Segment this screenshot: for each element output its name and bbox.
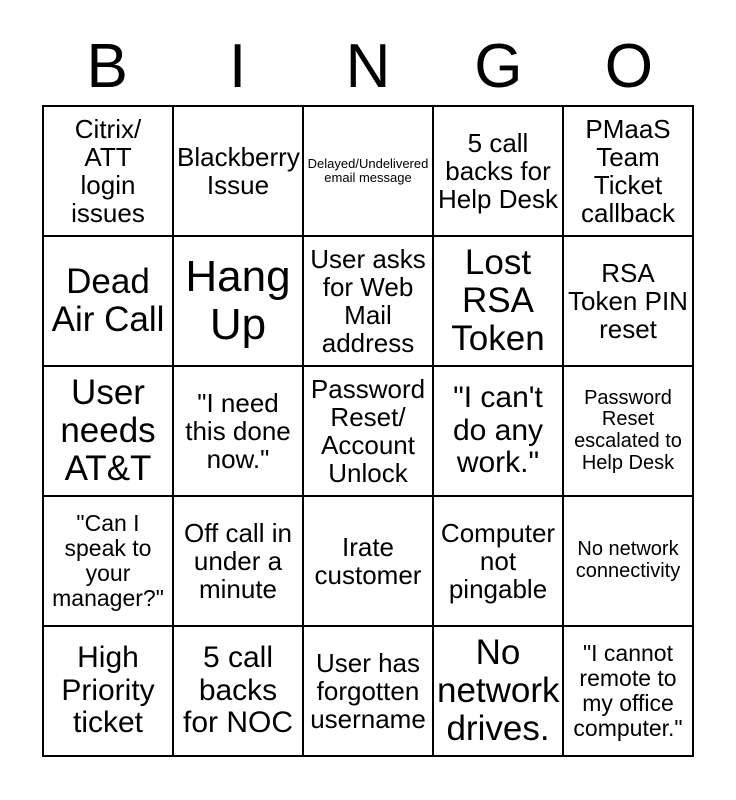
bingo-square-r2c1[interactable]: Dead Air Call bbox=[44, 237, 174, 367]
bingo-square-label: 5 call backs for NOC bbox=[182, 641, 293, 740]
bingo-header-letter-g: G bbox=[474, 31, 523, 101]
bingo-square-r1c4[interactable]: 5 call backs for Help Desk bbox=[434, 107, 564, 237]
bingo-square-r5c2[interactable]: 5 call backs for NOC bbox=[174, 627, 304, 757]
bingo-square-label: "I cannot remote to my office computer." bbox=[573, 640, 683, 741]
bingo-square-label: Computer not pingable bbox=[440, 517, 556, 605]
bingo-square-r2c3[interactable]: User asks for Web Mail address bbox=[304, 237, 434, 367]
bingo-row: User needs AT&T "I need this done now." Pa… bbox=[44, 367, 694, 497]
bingo-square-r1c3[interactable]: Delayed/Undelivered email message bbox=[304, 107, 434, 237]
bingo-square-r3c3[interactable]: Password Reset/ Account Unlock bbox=[304, 367, 434, 497]
bingo-square-label: "I need this done now." bbox=[185, 387, 291, 475]
bingo-square-r4c5[interactable]: No network connectivity bbox=[564, 497, 694, 627]
bingo-square-r5c5[interactable]: "I cannot remote to my office computer." bbox=[564, 627, 694, 757]
bingo-header-letter-o: O bbox=[604, 31, 653, 101]
bingo-square-r3c1[interactable]: User needs AT&T bbox=[44, 367, 174, 497]
bingo-header-letter-b: B bbox=[86, 31, 128, 101]
bingo-square-label: Delayed/Undelivered email message bbox=[307, 155, 429, 185]
bingo-square-r3c2[interactable]: "I need this done now." bbox=[174, 367, 304, 497]
bingo-square-label: Lost RSA Token bbox=[451, 243, 545, 358]
bingo-square-label: Citrix/ ATT login issues bbox=[71, 113, 145, 229]
bingo-row: "Can I speak to your manager?" Off call i… bbox=[44, 497, 694, 627]
bingo-square-label: User needs AT&T bbox=[60, 373, 156, 488]
bingo-square-label: Dead Air Call bbox=[51, 262, 165, 339]
bingo-square-r3c4[interactable]: "I can't do any work." bbox=[434, 367, 564, 497]
bingo-square-label: No network drives. bbox=[437, 633, 560, 748]
bingo-square-label: Hang Up bbox=[185, 252, 291, 349]
bingo-square-r3c5[interactable]: Password Reset escalated to Help Desk bbox=[564, 367, 694, 497]
bingo-header-letter-n: N bbox=[345, 31, 391, 101]
bingo-square-r4c1[interactable]: "Can I speak to your manager?" bbox=[44, 497, 174, 627]
bingo-row: High Priority ticket 5 call backs for NOC… bbox=[44, 627, 694, 757]
bingo-square-label: Blackberry Issue bbox=[177, 141, 300, 200]
bingo-row: Dead Air Call Hang Up User asks for Web Ma… bbox=[44, 237, 694, 367]
bingo-square-r2c4[interactable]: Lost RSA Token bbox=[434, 237, 564, 367]
bingo-square-label: "Can I speak to your manager?" bbox=[52, 510, 164, 611]
bingo-header-letter-i: I bbox=[228, 31, 247, 101]
bingo-square-r4c2[interactable]: Off call in under a minute bbox=[174, 497, 304, 627]
bingo-square-r1c2[interactable]: Blackberry Issue bbox=[174, 107, 304, 237]
bingo-square-r2c5[interactable]: RSA Token PIN reset bbox=[564, 237, 694, 367]
bingo-square-label: High Priority ticket bbox=[61, 641, 155, 740]
bingo-square-label: RSA Token PIN reset bbox=[568, 257, 688, 345]
bingo-square-label: Password Reset/ Account Unlock bbox=[310, 373, 426, 489]
bingo-row: Citrix/ ATT login issues Blackberry Issue… bbox=[44, 107, 694, 237]
bingo-square-label: User asks for Web Mail address bbox=[310, 243, 426, 359]
bingo-square-label: Password Reset escalated to Help Desk bbox=[574, 386, 682, 474]
bingo-square-label: Irate customer bbox=[314, 531, 422, 590]
bingo-square-r4c3[interactable]: Irate customer bbox=[304, 497, 434, 627]
bingo-square-label: "I can't do any work." bbox=[452, 381, 544, 480]
bingo-square-label: 5 call backs for Help Desk bbox=[438, 127, 558, 215]
bingo-grid: Citrix/ ATT login issues Blackberry Issue… bbox=[42, 105, 694, 757]
bingo-square-label: PMaaS Team Ticket callback bbox=[581, 113, 675, 229]
bingo-square-r4c4[interactable]: Computer not pingable bbox=[434, 497, 564, 627]
bingo-square-r5c3[interactable]: User has forgotten username bbox=[304, 627, 434, 757]
bingo-header-row: BINGO bbox=[42, 28, 694, 105]
bingo-square-label: No network connectivity bbox=[575, 538, 681, 582]
bingo-square-label: Off call in under a minute bbox=[184, 517, 292, 605]
bingo-square-r1c5[interactable]: PMaaS Team Ticket callback bbox=[564, 107, 694, 237]
bingo-square-r1c1[interactable]: Citrix/ ATT login issues bbox=[44, 107, 174, 237]
bingo-square-r5c1[interactable]: High Priority ticket bbox=[44, 627, 174, 757]
bingo-card: B I N G O Citrix/ ATT login issues Blackberry… bbox=[0, 0, 736, 800]
bingo-square-r5c4[interactable]: No network drives. bbox=[434, 627, 564, 757]
bingo-square-r2c2[interactable]: Hang Up bbox=[174, 237, 304, 367]
bingo-square-label: User has forgotten username bbox=[310, 647, 426, 735]
